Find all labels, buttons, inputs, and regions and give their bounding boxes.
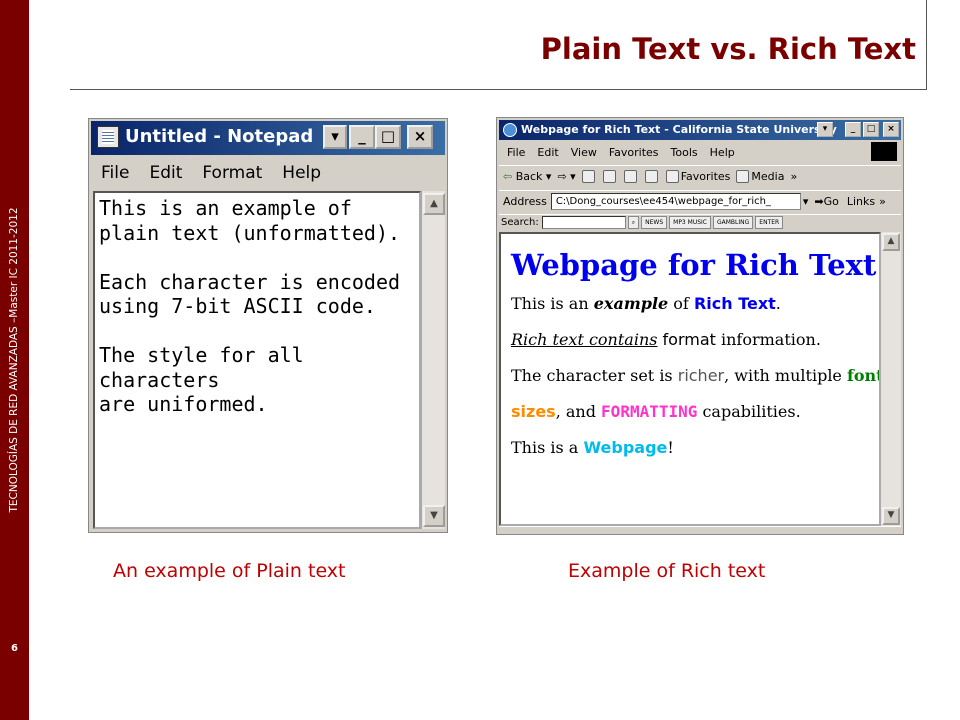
scroll-down-icon[interactable]: ▼ — [423, 505, 445, 527]
menu-file[interactable]: File — [507, 146, 525, 159]
status-bar — [499, 526, 901, 534]
menu-edit[interactable]: Edit — [149, 163, 182, 183]
search-button-gambling[interactable]: GAMBLING — [713, 216, 754, 229]
page-heading: Webpage for Rich Text — [511, 248, 877, 282]
menu-file[interactable]: File — [101, 163, 129, 183]
menu-view[interactable]: View — [571, 146, 597, 159]
menu-help[interactable]: Help — [710, 146, 735, 159]
menu-tools[interactable]: Tools — [671, 146, 698, 159]
title-divider — [70, 89, 927, 90]
rich-text-line: The character set is richer, with multip… — [511, 366, 879, 385]
scroll-down-icon[interactable]: ▼ — [882, 507, 900, 525]
search-bar: Search: ⌕ NEWS MP3 MUSIC GAMBLING ENTER — [499, 214, 901, 230]
browser-titlebar: Webpage for Rich Text - California State… — [499, 120, 901, 140]
menu-favorites[interactable]: Favorites — [609, 146, 659, 159]
close-button[interactable]: × — [407, 125, 433, 149]
refresh-icon[interactable] — [602, 170, 616, 183]
history-icon[interactable]: » — [790, 170, 797, 183]
search-go-icon[interactable]: ⌕ — [627, 216, 640, 229]
address-label: Address — [503, 195, 547, 208]
search-label: Search: — [501, 217, 539, 228]
rich-text-line: This is a Webpage! — [511, 438, 674, 457]
browser-title: Webpage for Rich Text - California State… — [521, 123, 837, 136]
windows-logo-icon — [871, 142, 897, 161]
minimize-button[interactable]: _ — [349, 125, 375, 149]
ie-icon — [503, 123, 517, 137]
forward-icon[interactable]: ⇨ ▾ — [557, 170, 575, 183]
rich-text-line: Rich text contains format information. — [511, 330, 821, 349]
minimize-button[interactable]: _ — [845, 122, 861, 137]
page-number: 6 — [11, 643, 18, 654]
star-icon — [665, 170, 679, 184]
browser-scrollbar[interactable]: ▲ ▼ — [881, 232, 901, 526]
browser-content: Webpage for Rich Text This is an example… — [499, 232, 881, 526]
language-bar-icon[interactable]: ▾ — [817, 122, 833, 137]
address-input[interactable]: C:\Dong_courses\ee454\webpage_for_rich_ — [550, 193, 801, 210]
search-button-news[interactable]: NEWS — [641, 216, 668, 229]
search-button-enter[interactable]: ENTER — [755, 216, 784, 229]
title-vertical-divider — [926, 0, 927, 90]
media-icon — [736, 170, 750, 184]
notepad-titlebar: Untitled - Notepad ▾ _ □ × — [91, 121, 445, 155]
scroll-up-icon[interactable]: ▲ — [423, 193, 445, 215]
stop-icon[interactable] — [581, 170, 595, 183]
back-button[interactable]: ⇦ Back ▾ — [503, 170, 551, 183]
notepad-scrollbar[interactable]: ▲ ▼ — [421, 191, 445, 529]
maximize-button[interactable]: □ — [863, 122, 879, 137]
address-bar: Address C:\Dong_courses\ee454\webpage_fo… — [499, 190, 901, 212]
browser-toolbar: ⇦ Back ▾ ⇨ ▾ Favorites Media » — [499, 165, 901, 187]
menu-help[interactable]: Help — [282, 163, 321, 183]
search-button-mp3[interactable]: MP3 MUSIC — [669, 216, 711, 229]
scroll-up-icon[interactable]: ▲ — [882, 233, 900, 251]
notepad-text-area[interactable]: This is an example of plain text (unform… — [93, 191, 421, 529]
sidebar: TECNOLOGÍAS DE RED AVANZADAS –Master IC … — [0, 0, 29, 720]
notepad-title: Untitled - Notepad — [125, 126, 314, 147]
notepad-window: Untitled - Notepad ▾ _ □ × File Edit For… — [88, 118, 448, 533]
close-button[interactable]: × — [883, 122, 899, 137]
go-button[interactable]: ➡Go — [814, 195, 838, 208]
browser-window: Webpage for Rich Text - California State… — [496, 117, 904, 535]
links-label[interactable]: Links — [847, 195, 875, 208]
search-input[interactable] — [541, 216, 626, 229]
menu-format[interactable]: Format — [202, 163, 262, 183]
notepad-app-icon — [97, 126, 119, 148]
search-button[interactable] — [644, 170, 660, 184]
slide-title: Plain Text vs. Rich Text — [540, 32, 916, 66]
search-icon — [644, 170, 658, 184]
media-button[interactable]: Media — [736, 170, 784, 184]
home-icon[interactable] — [623, 170, 637, 183]
browser-menubar: File Edit View Favorites Tools Help — [499, 142, 901, 162]
favorites-button[interactable]: Favorites — [665, 170, 730, 184]
menu-edit[interactable]: Edit — [537, 146, 558, 159]
back-arrow-icon: ⇦ — [503, 170, 513, 183]
address-dropdown-icon[interactable]: ▾ — [803, 195, 809, 208]
rich-text-line: This is an example of Rich Text. — [511, 294, 781, 313]
caption-rich-text: Example of Rich text — [568, 560, 766, 582]
links-chevron-icon[interactable]: » — [879, 195, 886, 208]
language-bar-icon[interactable]: ▾ — [323, 125, 347, 149]
course-label: TECNOLOGÍAS DE RED AVANZADAS –Master IC … — [8, 207, 20, 513]
rich-text-line: sizes, and FORMATTING capabilities. — [511, 402, 801, 421]
maximize-button[interactable]: □ — [375, 125, 401, 149]
notepad-menubar: File Edit Format Help — [91, 157, 445, 189]
caption-plain-text: An example of Plain text — [113, 560, 346, 582]
